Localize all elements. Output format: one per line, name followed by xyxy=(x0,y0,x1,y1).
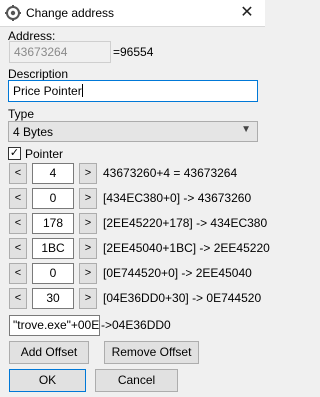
close-button[interactable]: ✕ xyxy=(232,2,262,24)
pointer-row-desc: 43673260+4 = 43673264 xyxy=(103,166,238,180)
offset-input[interactable]: 178 xyxy=(32,213,74,234)
type-label: Type xyxy=(8,107,35,121)
pointer-row: < 0 > [0E744520+0] -> 2EE45040 xyxy=(0,263,265,286)
pointer-row: < 178 > [2EE45220+178] -> 434EC380 xyxy=(0,213,268,236)
pointer-row-desc: [0E744520+0] -> 2EE45040 xyxy=(103,266,252,280)
add-offset-button[interactable]: Add Offset xyxy=(9,341,89,364)
increase-offset-button[interactable]: > xyxy=(79,213,97,234)
offset-input[interactable]: 4 xyxy=(32,163,74,184)
decrease-offset-button[interactable]: < xyxy=(9,213,27,234)
text-caret xyxy=(81,84,83,97)
pointer-row-desc: [434EC380+0] -> 43673260 xyxy=(103,191,252,205)
offset-input[interactable]: 0 xyxy=(32,263,74,284)
decrease-offset-button[interactable]: < xyxy=(9,238,27,259)
address-resolved-value: =96554 xyxy=(113,45,154,59)
description-input[interactable]: Price Pointer xyxy=(8,80,258,102)
pointer-row-desc: [2EE45220+178] -> 434EC380 xyxy=(103,216,268,230)
close-icon: ✕ xyxy=(240,4,254,21)
description-text: Price Pointer xyxy=(13,84,82,98)
ok-button[interactable]: OK xyxy=(9,369,86,392)
chevron-down-icon: ▼ xyxy=(241,124,251,135)
cheat-engine-icon xyxy=(5,5,21,21)
base-address-desc: ->04E36DD0 xyxy=(101,318,171,332)
window-title: Change address xyxy=(26,6,115,20)
offset-input[interactable]: 30 xyxy=(32,288,74,309)
pointer-row-desc: [2EE45040+1BC] -> 2EE45220 xyxy=(103,241,270,255)
pointer-row: < 4 > 43673260+4 = 43673264 xyxy=(0,163,265,186)
cancel-button[interactable]: Cancel xyxy=(95,369,178,392)
offset-input[interactable]: 0 xyxy=(32,188,74,209)
offset-input[interactable]: 1BC xyxy=(32,238,74,259)
increase-offset-button[interactable]: > xyxy=(79,288,97,309)
pointer-label: Pointer xyxy=(25,147,64,161)
decrease-offset-button[interactable]: < xyxy=(9,263,27,284)
pointer-row: < 0 > [434EC380+0] -> 43673260 xyxy=(0,188,265,211)
increase-offset-button[interactable]: > xyxy=(79,188,97,209)
pointer-checkbox[interactable]: ✓ xyxy=(8,147,21,160)
increase-offset-button[interactable]: > xyxy=(79,263,97,284)
decrease-offset-button[interactable]: < xyxy=(9,288,27,309)
base-address-input[interactable]: "trove.exe"+00E xyxy=(9,315,100,336)
increase-offset-button[interactable]: > xyxy=(79,238,97,259)
increase-offset-button[interactable]: > xyxy=(79,163,97,184)
decrease-offset-button[interactable]: < xyxy=(9,163,27,184)
description-label: Description xyxy=(8,67,69,81)
title-bar: Change address ✕ xyxy=(0,0,265,27)
type-selected-value: 4 Bytes xyxy=(13,125,54,139)
decrease-offset-button[interactable]: < xyxy=(9,188,27,209)
type-select[interactable]: 4 Bytes ▼ xyxy=(8,121,258,142)
pointer-row: < 30 > [04E36DD0+30] -> 0E744520 xyxy=(0,288,265,311)
remove-offset-button[interactable]: Remove Offset xyxy=(104,341,199,364)
pointer-row-desc: [04E36DD0+30] -> 0E744520 xyxy=(103,291,262,305)
address-field: 43673264 xyxy=(9,41,111,63)
pointer-row: < 1BC > [2EE45040+1BC] -> 2EE45220 xyxy=(0,238,270,261)
